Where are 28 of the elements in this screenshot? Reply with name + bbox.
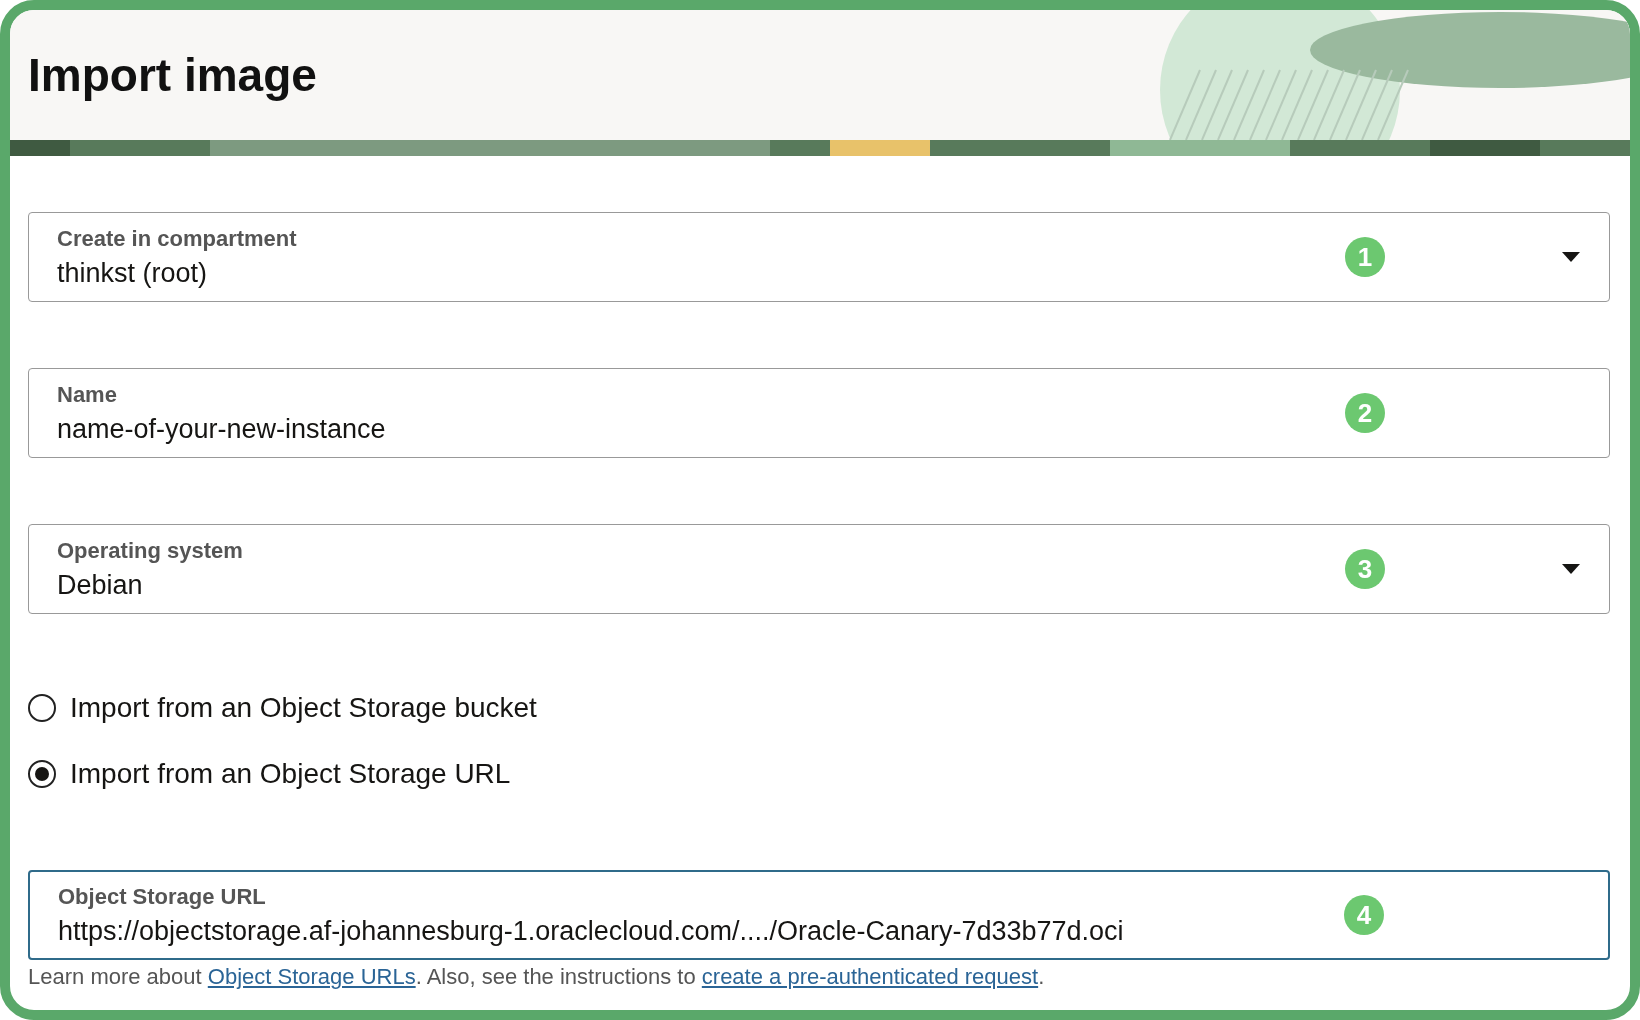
input-field[interactable]: Name name-of-your-new-instance 2 <box>28 368 1610 458</box>
field-value: name-of-your-new-instance <box>57 413 387 445</box>
step-number-badge: 1 <box>1345 237 1385 277</box>
help-link[interactable]: Object Storage URLs <box>207 964 416 989</box>
help-text: Learn more about Object Storage URLs. Also, see the instructions to create a pre-authenticated request. <box>28 964 1046 990</box>
field-value: thinkst (root) <box>57 257 209 289</box>
field-value: https://objectstorage.af-johannesburg-1.oraclecloud.com/..../Oracle-Canary-7d33b77d.oci <box>58 915 1125 947</box>
step-number-badge: 4 <box>1344 895 1384 935</box>
input-field[interactable]: Object Storage URL https://objectstorage.af-johannesburg-1.oraclecloud.com/..../Oracle-Canary-7d33b77d.oci 4 <box>28 870 1610 960</box>
field-label: Create in compartment <box>57 225 298 252</box>
field-label: Object Storage URL <box>58 883 267 910</box>
radio-icon[interactable] <box>28 760 56 788</box>
radio-option[interactable]: Import from an Object Storage URL <box>28 758 1610 790</box>
dropdown-caret-icon <box>1561 563 1581 575</box>
field-label: Name <box>57 381 118 408</box>
field-value: Debian <box>57 569 144 601</box>
step-number-badge: 3 <box>1345 549 1385 589</box>
radio-icon[interactable] <box>28 694 56 722</box>
field-label: Operating system <box>57 537 244 564</box>
input-field[interactable]: Create in compartment thinkst (root) 1 <box>28 212 1610 302</box>
radio-option[interactable]: Import from an Object Storage bucket <box>28 692 1610 724</box>
radio-label: Import from an Object Storage URL <box>70 758 511 790</box>
step-number-badge: 2 <box>1345 393 1385 433</box>
dropdown-caret-icon <box>1561 251 1581 263</box>
page-title: Import image <box>28 48 317 102</box>
help-link[interactable]: create a pre-authenticated request <box>701 964 1039 989</box>
input-field[interactable]: Operating system Debian 3 <box>28 524 1610 614</box>
radio-label: Import from an Object Storage bucket <box>70 692 537 724</box>
